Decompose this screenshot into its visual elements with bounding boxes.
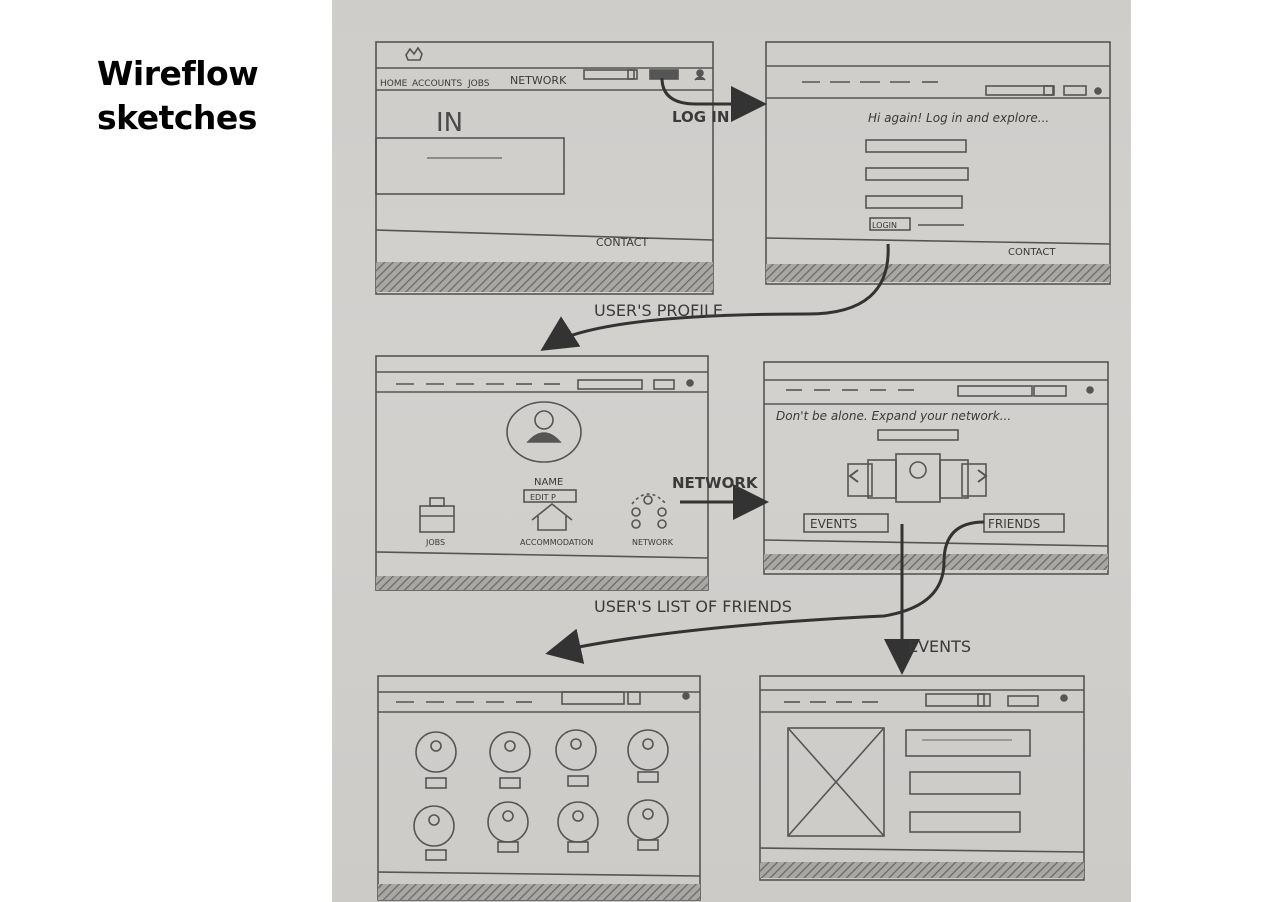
nav-jobs: JOBS	[467, 79, 490, 89]
friend-avatar	[627, 799, 669, 851]
crown-logo-icon	[405, 46, 423, 61]
arrow-login	[660, 77, 767, 122]
nav-network: NETWORK	[510, 74, 567, 87]
user-icon	[1094, 87, 1102, 95]
profile-jobs-label: JOBS	[425, 538, 445, 547]
user-icon	[1086, 386, 1094, 394]
friend-avatar	[555, 729, 597, 787]
friend-avatar	[627, 729, 669, 783]
user-icon	[686, 379, 694, 387]
title-line-2: sketches	[97, 98, 257, 137]
friend-avatar	[413, 805, 455, 861]
carousel-next-icon	[977, 469, 988, 483]
user-icon	[1060, 694, 1068, 702]
network-people-icon	[643, 495, 653, 505]
user-icon	[682, 692, 690, 700]
screen-network	[763, 361, 1109, 575]
home-footer-contact: CONTACT	[596, 236, 648, 249]
profile-accommodation-label: ACCOMMODATION	[520, 538, 593, 547]
page-title: Wireflow sketches	[97, 52, 317, 140]
profile-edit-label: EDIT P	[530, 493, 556, 502]
house-icon	[531, 502, 573, 531]
network-friends-label: FRIENDS	[988, 517, 1040, 531]
profile-network-label: NETWORK	[632, 538, 674, 547]
login-footer-contact: CONTACT	[1008, 247, 1056, 258]
friend-avatar	[489, 731, 531, 789]
screen-login	[765, 41, 1111, 285]
login-greeting: Hi again! Log in and explore...	[868, 111, 1049, 125]
sketch-paper: HOME ACCOUNTS JOBS NETWORK IN CONTACT Hi…	[332, 0, 1131, 902]
flow-label-friends: USER'S LIST OF FRIENDS	[594, 597, 792, 616]
flow-label-events: EVENTS	[908, 637, 971, 656]
home-logo-text: IN	[436, 108, 463, 138]
friend-avatar	[415, 731, 457, 789]
profile-name-label: NAME	[534, 477, 563, 488]
friend-avatar	[557, 801, 599, 853]
screen-events	[759, 675, 1085, 881]
flow-label-network: NETWORK	[672, 474, 759, 492]
flow-label-login: LOG IN	[672, 108, 729, 126]
title-line-1: Wireflow	[97, 54, 259, 93]
friend-avatar	[487, 801, 529, 853]
briefcase-icon	[419, 505, 455, 533]
nav-home: HOME	[380, 79, 408, 89]
user-icon	[696, 69, 704, 77]
nav-accounts: ACCOUNTS	[412, 79, 462, 89]
arrow-profile	[540, 243, 890, 351]
wireflow-sketch: HOME ACCOUNTS JOBS NETWORK IN CONTACT Hi…	[375, 41, 1111, 901]
carousel-card-right	[961, 463, 987, 497]
network-tagline: Don't be alone. Expand your network...	[776, 409, 1011, 423]
login-button-label: LOGIN	[872, 221, 897, 230]
screen-profile	[375, 355, 709, 591]
screen-friends-list	[377, 675, 701, 901]
carousel-prev-icon	[848, 469, 859, 483]
network-events-label: EVENTS	[810, 517, 857, 531]
flow-label-profile: USER'S PROFILE	[594, 301, 723, 320]
